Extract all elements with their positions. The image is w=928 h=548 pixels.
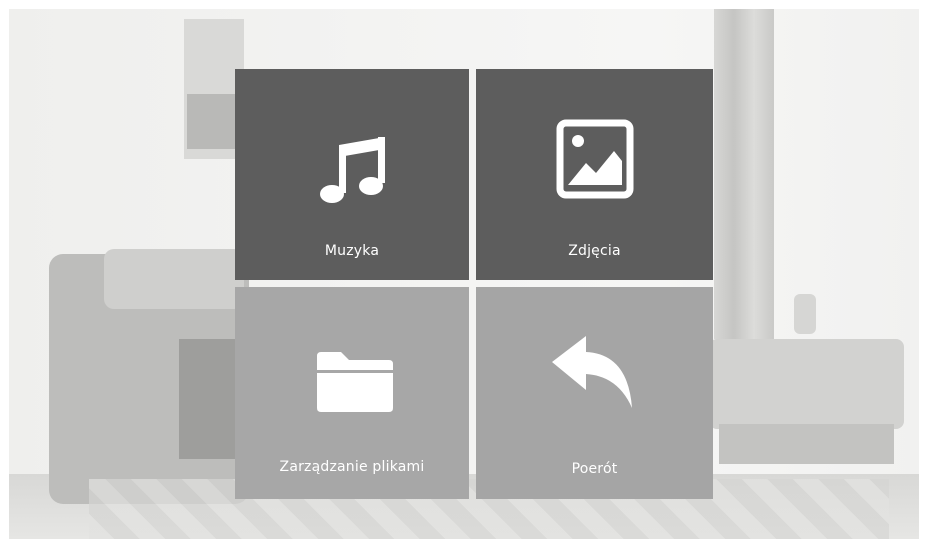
music-note-icon [315,131,391,207]
folder-icon [315,350,395,414]
photos-tile[interactable]: Zdjęcia [476,69,713,280]
back-tile[interactable]: Poerót [476,287,713,499]
picture-icon [556,119,634,199]
photos-label: Zdjęcia [568,243,621,259]
file-manager-label: Zarządzanie plikami [279,459,425,475]
music-tile[interactable]: Muzyka [235,69,469,280]
back-label: Poerót [571,461,618,477]
screen: Muzyka Zdjęcia Zarządzanie plikami Poeró… [9,9,919,539]
file-manager-tile[interactable]: Zarządzanie plikami [235,287,469,499]
music-label: Muzyka [324,243,380,259]
back-arrow-icon [546,332,636,410]
